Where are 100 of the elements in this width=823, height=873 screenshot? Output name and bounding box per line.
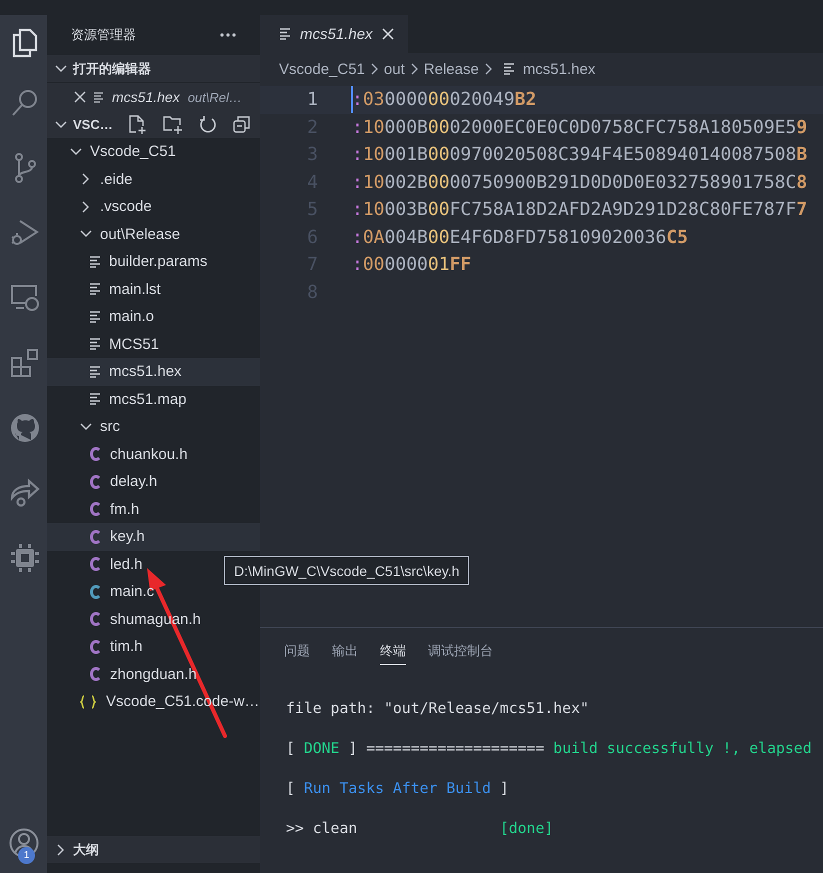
chevron-icon (370, 63, 378, 75)
account-icon[interactable] (8, 828, 38, 858)
tree-item[interactable]: tim.h (90, 638, 143, 656)
colon-mark: : (352, 226, 363, 248)
line-number: 1 (306, 89, 318, 110)
terminal-text: file path: "out/Release/mcs51.hex" (286, 700, 589, 716)
record-checksum: 8 (796, 172, 808, 193)
chevron-icon (55, 120, 67, 128)
close-icon[interactable] (382, 28, 394, 40)
record-data: 02000EC0E0C0D0758CFC758A180509E5 (450, 116, 796, 138)
byte-count: 10 (362, 116, 385, 138)
record-type: 00 (428, 144, 450, 166)
record-data: FC758A18D2AFD2A9D291D28C80FE787F (450, 199, 796, 220)
workspace-header[interactable]: VSC… (55, 117, 113, 132)
tree-item[interactable]: fm.h (90, 500, 140, 518)
run-debug-icon[interactable] (10, 218, 40, 248)
c-file-icon (90, 584, 102, 599)
new-file-icon[interactable] (128, 114, 147, 134)
remote-monitor-icon[interactable] (10, 284, 40, 312)
terminal-text: ] (498, 780, 509, 796)
github-icon[interactable] (10, 412, 40, 442)
tree-item[interactable]: main.lst (90, 280, 161, 298)
tree-item[interactable]: MCS51 (90, 336, 160, 353)
editor-path: out\Rel… (188, 90, 242, 104)
c-file-icon (90, 557, 102, 572)
search-icon[interactable] (10, 88, 38, 118)
byte-count: 00 (362, 254, 385, 276)
tree-item[interactable]: out\Release (80, 226, 180, 243)
record-address: 002B (384, 172, 428, 193)
file-lines-icon (90, 283, 101, 296)
c-file-icon (90, 640, 102, 654)
colon-mark: : (352, 254, 363, 276)
breadcrumb-item[interactable]: Release (424, 60, 479, 78)
chip-icon[interactable] (10, 542, 40, 572)
section-title: 大纲 (73, 840, 99, 858)
tree-item[interactable]: delay.h (90, 473, 158, 490)
files-icon[interactable] (10, 28, 38, 58)
tree-item[interactable]: mcs51.map (90, 390, 187, 408)
colon-mark: : (352, 144, 363, 166)
terminal-text: >> clean (286, 820, 358, 836)
braces-icon (80, 694, 96, 709)
record-checksum: B2 (514, 89, 536, 110)
c-file-icon (90, 502, 102, 516)
colon-mark: : (352, 116, 363, 138)
record-checksum: 7 (796, 199, 808, 220)
terminal-text: [ (286, 740, 296, 756)
tree-item[interactable]: src (80, 418, 120, 436)
editor-tab[interactable]: mcs51.hex (260, 15, 408, 53)
tree-item[interactable]: .eide (80, 170, 133, 188)
tree-item[interactable]: led.h (90, 556, 143, 573)
share-arrow-icon[interactable] (8, 478, 40, 508)
tree-item[interactable]: zhongduan.h (90, 666, 197, 683)
path-tooltip: D:\MinGW_C\Vscode_C51\src\key.h (224, 556, 470, 585)
chevron-icon (80, 230, 92, 238)
terminal-text: [ (286, 780, 296, 796)
tree-item[interactable]: builder.params (90, 253, 208, 270)
section-title: VSC… (73, 117, 113, 132)
breadcrumb-item[interactable]: out (384, 60, 405, 78)
collapse-all-icon[interactable] (232, 116, 250, 133)
breadcrumb-item[interactable]: mcs51.hex (498, 60, 596, 78)
record-address: 0000 (384, 89, 428, 110)
notification-badge: 1 (18, 847, 35, 864)
explorer-title: 资源管理器 (71, 26, 136, 44)
record-data: 00750900B291D0D0D0E032758901758C (450, 172, 796, 193)
byte-count: 0A (362, 226, 385, 248)
refresh-icon[interactable] (198, 116, 217, 134)
terminal-text: Run Tasks After Build (304, 780, 491, 796)
breadcrumb-item[interactable]: Vscode_C51 (279, 60, 365, 78)
record-address: 0000 (384, 254, 428, 276)
panel-tab[interactable]: 输出 (332, 642, 358, 664)
tree-item[interactable]: main.c (90, 583, 154, 600)
panel-tab[interactable]: 调试控制台 (428, 642, 493, 664)
tree-item[interactable]: .vscode (80, 198, 152, 216)
tree-item[interactable]: key.h (90, 528, 145, 546)
open-editors-header[interactable]: 打开的编辑器 (47, 55, 260, 82)
source-control-icon[interactable] (12, 152, 36, 182)
chevron-icon (82, 200, 90, 213)
record-data: E4F6D8FD758109020036 (450, 226, 666, 248)
tree-item[interactable]: Vscode_C51 (70, 143, 176, 160)
outline-header[interactable]: 大纲 (47, 836, 260, 863)
tree-item[interactable]: chuankou.h (90, 446, 188, 463)
file-lines-icon (90, 256, 101, 268)
record-type: 00 (428, 226, 450, 248)
file-lines-icon (280, 28, 291, 40)
open-editor-item[interactable]: mcs51.hex (112, 89, 180, 105)
terminal-text: [done] (500, 820, 554, 836)
extensions-icon[interactable] (10, 348, 40, 378)
record-address: 003B (384, 199, 428, 220)
close-icon[interactable] (74, 91, 86, 103)
file-lines-icon (94, 92, 104, 102)
record-checksum: B (796, 144, 808, 166)
record-type: 00 (428, 199, 450, 220)
more-icon[interactable] (220, 33, 236, 37)
panel-tab[interactable]: 问题 (284, 642, 310, 664)
new-folder-icon[interactable] (162, 114, 183, 134)
colon-mark: : (352, 89, 363, 110)
chevron-icon (484, 63, 492, 75)
panel-tab[interactable]: 终端 (380, 642, 406, 665)
tree-item[interactable]: main.o (90, 308, 154, 326)
record-type: 00 (428, 172, 450, 193)
